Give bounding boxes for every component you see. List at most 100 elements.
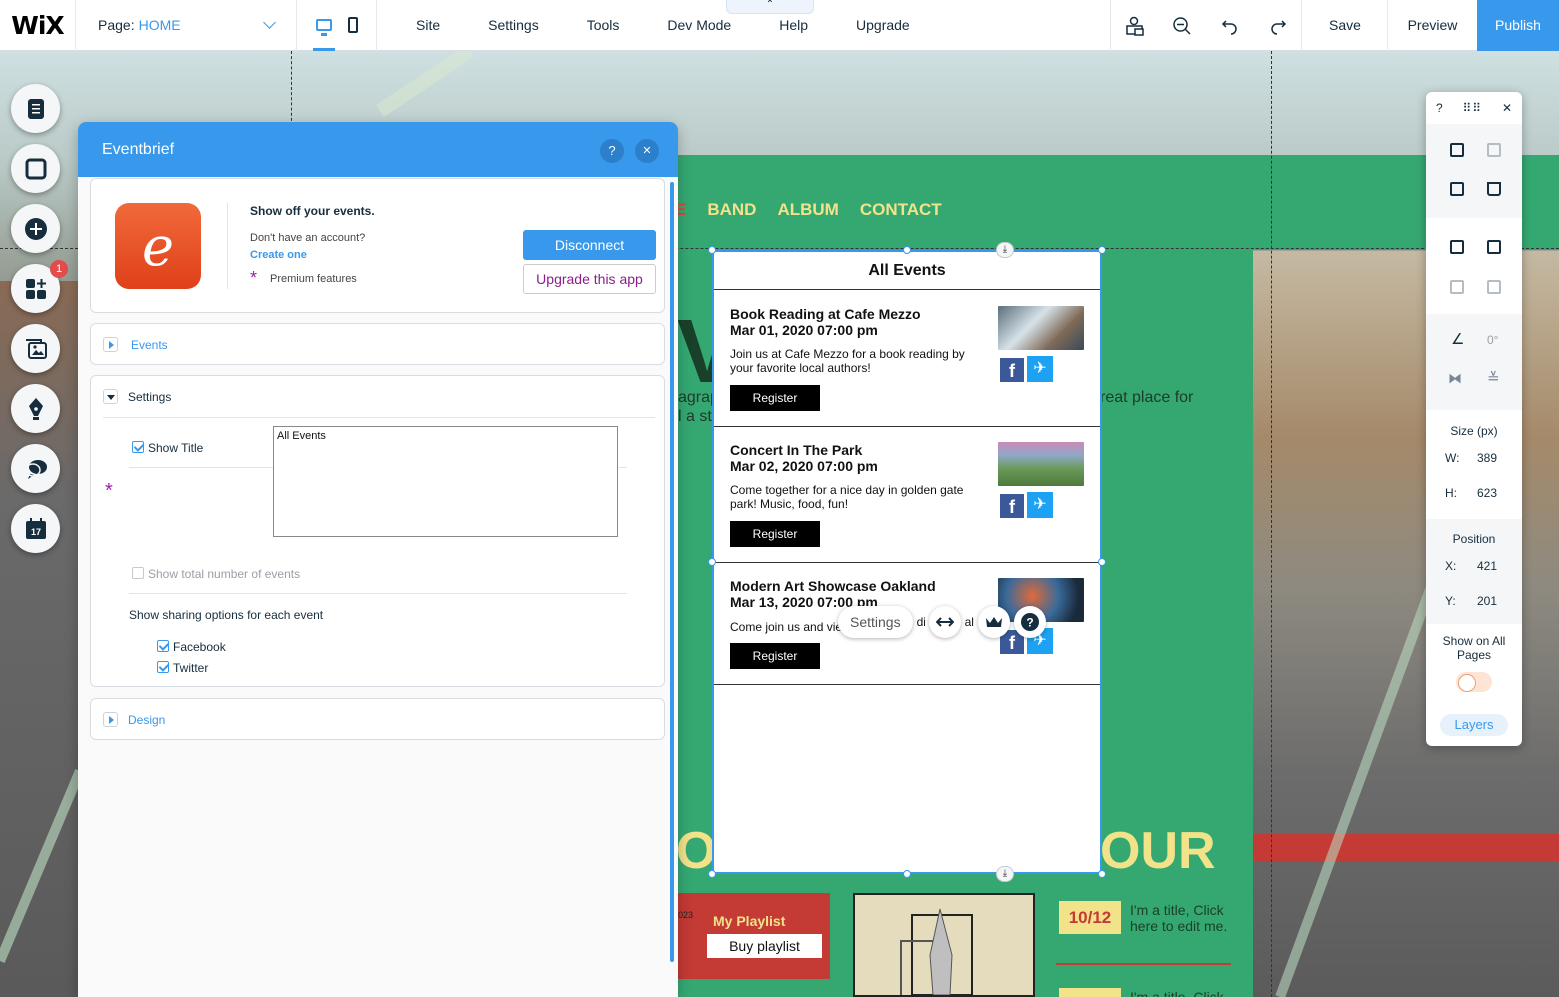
design-section-label[interactable]: Design: [128, 713, 165, 727]
pen-icon: [28, 397, 43, 420]
y-input[interactable]: 201: [1477, 594, 1497, 608]
events-section-label[interactable]: Events: [131, 338, 168, 352]
upgrade-app-button[interactable]: Upgrade this app: [523, 264, 656, 294]
nav-item-contact[interactable]: CONTACT: [860, 200, 942, 220]
resize-handle-nw[interactable]: [708, 246, 716, 254]
panel-scrollbar[interactable]: [670, 182, 674, 962]
resize-handle-se[interactable]: [1098, 870, 1106, 878]
zoom-out-icon[interactable]: [1158, 0, 1206, 51]
wix-logo[interactable]: WiX: [0, 11, 75, 40]
twitter-icon[interactable]: ✈: [1027, 492, 1053, 518]
nav-item-band[interactable]: BAND: [707, 200, 756, 220]
show-on-all-pages-label: Show on All Pages: [1442, 634, 1506, 662]
title-text-input[interactable]: All Events: [273, 426, 618, 537]
stretch-down-icon[interactable]: ⤓: [996, 242, 1014, 258]
save-button[interactable]: Save: [1303, 0, 1388, 51]
blog-button[interactable]: [11, 384, 60, 433]
expand-arrow-icon[interactable]: [103, 712, 118, 727]
flip-vertical-icon[interactable]: ≚: [1487, 369, 1500, 387]
upgrade-crown-button[interactable]: [977, 606, 1010, 638]
expand-arrow-icon[interactable]: [103, 337, 118, 352]
events-section[interactable]: Events: [90, 323, 665, 365]
facebook-checkbox[interactable]: [157, 640, 169, 652]
duplicate-icon[interactable]: [1450, 182, 1464, 196]
tools-panel-header[interactable]: ? ⠿⠿ ✕: [1426, 92, 1522, 124]
menu-upgrade[interactable]: Upgrade: [832, 0, 934, 51]
tools-help-button[interactable]: ?: [1436, 101, 1443, 115]
resize-handle-s[interactable]: [903, 870, 911, 878]
disconnect-button[interactable]: Disconnect: [523, 230, 656, 260]
app-market-button[interactable]: 1: [11, 260, 68, 313]
facebook-label: Facebook: [173, 640, 226, 654]
help-icon: ?: [1020, 613, 1039, 631]
settings-section-label[interactable]: Settings: [128, 390, 171, 404]
rotate-icon[interactable]: ∠: [1451, 330, 1464, 348]
panel-header[interactable]: Eventbrief ? ✕: [78, 122, 678, 177]
send-backward-icon[interactable]: [1487, 240, 1501, 254]
flip-horizontal-icon[interactable]: ⧓: [1448, 370, 1462, 387]
resize-handle-w[interactable]: [708, 558, 716, 566]
show-total-checkbox[interactable]: [132, 567, 144, 579]
desktop-icon[interactable]: [315, 19, 332, 36]
register-button[interactable]: Register: [730, 521, 820, 547]
buy-playlist-button[interactable]: Buy playlist: [707, 934, 822, 958]
tour-item-title-2[interactable]: I'm a title. Click: [1130, 989, 1240, 997]
sharing-options-heading: Show sharing options for each event: [129, 608, 324, 622]
resize-handle-e[interactable]: [1098, 558, 1106, 566]
design-section[interactable]: Design: [90, 698, 665, 740]
menu-settings[interactable]: Settings: [464, 0, 563, 51]
facebook-icon[interactable]: f: [1000, 494, 1024, 518]
background-button[interactable]: [11, 144, 60, 193]
resize-handle-n[interactable]: [903, 246, 911, 254]
rotation-value[interactable]: 0°: [1487, 333, 1498, 347]
widget-settings-button[interactable]: Settings: [838, 606, 913, 638]
no-account-text: Don't have an account?: [250, 232, 366, 244]
event-date: Mar 02, 2020 07:00 pm: [730, 458, 878, 474]
twitter-icon[interactable]: ✈: [1027, 356, 1053, 382]
poster-art: [900, 908, 973, 997]
panel-help-button[interactable]: ?: [600, 139, 624, 163]
show-title-checkbox[interactable]: [132, 441, 144, 453]
register-button[interactable]: Register: [730, 643, 820, 669]
stretch-button[interactable]: [928, 606, 961, 638]
menu-tools[interactable]: Tools: [563, 0, 644, 51]
tools-close-button[interactable]: ✕: [1502, 101, 1512, 115]
resize-handle-ne[interactable]: [1098, 246, 1106, 254]
register-button[interactable]: Register: [730, 385, 820, 411]
delete-icon[interactable]: [1487, 182, 1501, 196]
menu-site[interactable]: Site: [392, 0, 464, 51]
help-button[interactable]: ?: [1013, 606, 1046, 638]
stretch-down-icon[interactable]: ⤓: [996, 866, 1014, 882]
drag-handle-icon[interactable]: ⠿⠿: [1463, 101, 1483, 115]
collapse-topbar-button[interactable]: ⌃: [726, 0, 814, 14]
facebook-icon[interactable]: f: [1000, 358, 1024, 382]
site-structure-icon[interactable]: [1110, 0, 1158, 51]
chat-icon: [24, 459, 47, 479]
x-input[interactable]: 421: [1477, 559, 1497, 573]
nav-item-album[interactable]: ALBUM: [777, 200, 838, 220]
all-events-widget[interactable]: All Events Book Reading at Cafe Mezzo Ma…: [712, 250, 1102, 874]
panel-close-button[interactable]: ✕: [635, 139, 659, 163]
page-selector[interactable]: Page: HOME: [75, 0, 297, 51]
add-button[interactable]: [11, 204, 60, 253]
tour-item-title[interactable]: I'm a title, Click here to edit me.: [1130, 902, 1240, 934]
layers-button[interactable]: Layers: [1440, 714, 1508, 736]
show-on-all-pages-toggle[interactable]: [1456, 672, 1492, 692]
preview-button[interactable]: Preview: [1388, 0, 1477, 51]
collapse-arrow-icon[interactable]: [103, 389, 118, 404]
mobile-icon[interactable]: [347, 17, 358, 33]
copy-icon[interactable]: [1450, 143, 1464, 157]
create-account-link[interactable]: Create one: [250, 249, 307, 261]
width-input[interactable]: 389: [1477, 451, 1497, 465]
undo-icon[interactable]: [1206, 0, 1254, 51]
redo-icon[interactable]: [1254, 0, 1302, 51]
pages-button[interactable]: [11, 84, 60, 133]
media-button[interactable]: [11, 324, 60, 373]
bookings-button[interactable]: 17: [11, 504, 60, 553]
bring-forward-icon[interactable]: [1450, 240, 1464, 254]
chat-button[interactable]: [11, 444, 60, 493]
publish-button[interactable]: Publish: [1477, 0, 1559, 51]
resize-handle-sw[interactable]: [708, 870, 716, 878]
height-input[interactable]: 623: [1477, 486, 1497, 500]
twitter-checkbox[interactable]: [157, 661, 169, 673]
